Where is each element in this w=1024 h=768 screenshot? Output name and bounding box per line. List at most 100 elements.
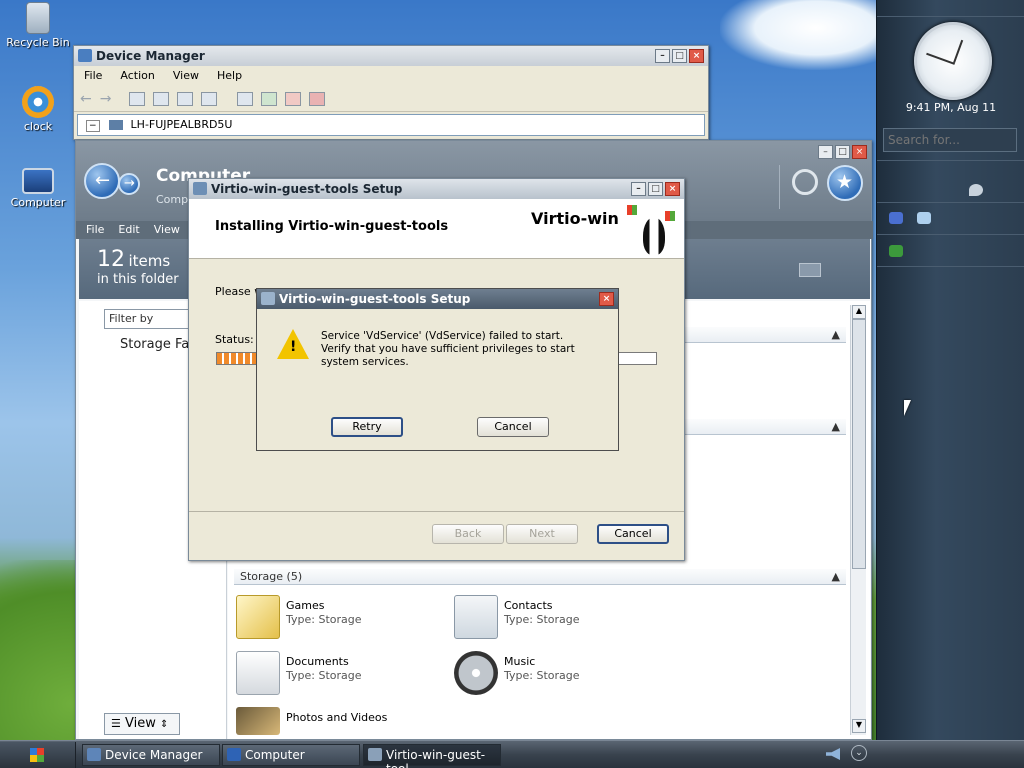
installer-icon — [368, 748, 382, 761]
uninstall-device-icon[interactable] — [309, 91, 326, 106]
scroll-down-icon[interactable]: ▼ — [852, 719, 866, 733]
menu-file[interactable]: File — [86, 223, 104, 237]
sidebar-divider — [877, 160, 1024, 161]
disable-device-icon[interactable] — [285, 91, 302, 106]
close-button[interactable]: × — [689, 49, 704, 63]
storage-item-photos[interactable]: Photos and Videos — [236, 707, 436, 737]
taskbar-item-setup[interactable]: Virtio-win-guest-tool... — [363, 744, 501, 768]
back-button[interactable]: Back — [432, 524, 504, 544]
setup-divider — [189, 511, 684, 512]
forward-button[interactable]: → — [118, 173, 140, 195]
forward-arrow-icon[interactable]: → — [100, 91, 112, 107]
device-manager-menubar: File Action View Help — [74, 66, 708, 86]
favorites-star-button[interactable]: ★ — [827, 165, 863, 201]
desktop-icon-label: Computer — [10, 196, 66, 209]
installer-icon — [193, 182, 207, 195]
menu-help[interactable]: Help — [217, 69, 242, 83]
collapse-arrow-icon: ▲ — [831, 420, 840, 433]
back-arrow-icon: ← — [95, 170, 111, 191]
menu-view[interactable]: View — [154, 223, 180, 237]
menu-view[interactable]: View — [173, 69, 199, 83]
device-tree-root[interactable]: LH-FUJPEALBRD5U — [131, 118, 233, 131]
messenger-icon[interactable] — [889, 212, 903, 224]
cancel-button[interactable]: Cancel — [597, 524, 669, 544]
view-list-icon: ☰ — [111, 717, 121, 730]
minimize-button[interactable]: – — [631, 182, 646, 196]
chevron-down-icon[interactable]: ⌄ — [851, 745, 867, 761]
menu-edit[interactable]: Edit — [118, 223, 139, 237]
contacts-card-icon — [454, 595, 498, 639]
taskbar-item-label: Computer — [245, 748, 305, 762]
next-button[interactable]: Next — [506, 524, 578, 544]
group-header-storage[interactable]: Storage (5) ▲ — [234, 569, 846, 585]
minimize-button[interactable]: – — [655, 49, 670, 63]
properties-icon[interactable] — [153, 91, 170, 106]
storage-item-type: Type: Storage — [286, 669, 362, 682]
desktop-icon-label: clock — [23, 120, 53, 133]
error-dialog-titlebar[interactable]: Virtio-win-guest-tools Setup × — [257, 289, 618, 309]
help-icon[interactable] — [177, 91, 194, 106]
storage-favorites-label[interactable]: Storage Fav — [120, 337, 197, 352]
search-icon[interactable] — [792, 169, 818, 195]
brand-label: Virtio-win — [531, 209, 619, 228]
maximize-button[interactable]: □ — [648, 182, 663, 196]
storage-item-contacts[interactable]: Contacts Type: Storage — [454, 595, 654, 643]
sidebar-search-input[interactable] — [883, 128, 1017, 152]
taskbar-item-computer[interactable]: Computer — [222, 744, 360, 766]
close-button[interactable]: × — [665, 182, 680, 196]
storage-item-music[interactable]: Music Type: Storage — [454, 651, 654, 699]
device-tree: − LH-FUJPEALBRD5U — [77, 114, 705, 136]
storage-item-documents[interactable]: Documents Type: Storage — [236, 651, 436, 699]
volume-icon[interactable] — [826, 748, 840, 760]
scan-hardware-icon[interactable] — [237, 91, 254, 106]
desktop-icon-clock[interactable]: clock — [3, 86, 73, 133]
documents-stack-icon — [236, 651, 280, 695]
menu-action[interactable]: Action — [120, 69, 154, 83]
close-button[interactable]: × — [599, 292, 614, 306]
mouse-cursor-icon — [904, 400, 918, 416]
chat-icon[interactable] — [969, 184, 983, 196]
warning-exclamation-icon: ! — [290, 339, 297, 355]
maximize-button[interactable]: □ — [672, 49, 687, 63]
windows-flag-icon — [627, 205, 637, 215]
recycle-bin-icon — [26, 2, 50, 34]
music-disc-icon — [454, 651, 498, 695]
retry-button[interactable]: Retry — [331, 417, 403, 437]
storage-item-name: Documents — [286, 655, 349, 668]
desktop-icon-recycle-bin[interactable]: Recycle Bin — [3, 2, 73, 49]
console-tree-icon[interactable] — [129, 91, 146, 106]
setup-titlebar[interactable]: Virtio-win-guest-tools Setup – □ × — [189, 179, 684, 199]
window-title: Virtio-win-guest-tools Setup — [211, 182, 403, 196]
device-manager-window: Device Manager – □ × File Action View He… — [73, 45, 709, 140]
device-manager-icon — [87, 748, 101, 761]
notes-icon[interactable] — [917, 212, 931, 224]
view-icon[interactable] — [201, 91, 218, 106]
network-icon[interactable] — [889, 245, 903, 257]
start-button[interactable] — [0, 742, 76, 768]
scroll-up-icon[interactable]: ▲ — [852, 305, 866, 319]
clock-gadget[interactable] — [914, 22, 992, 100]
update-driver-icon[interactable] — [261, 91, 278, 106]
back-arrow-icon[interactable]: ← — [80, 91, 92, 107]
device-manager-titlebar[interactable]: Device Manager – □ × — [74, 46, 708, 66]
maximize-button[interactable]: □ — [835, 145, 850, 159]
sidebar-time: 9:41 PM, Aug 11 — [905, 101, 997, 114]
storage-item-name: Photos and Videos — [286, 711, 388, 724]
scroll-thumb[interactable] — [852, 319, 866, 569]
tux-windows-logo-icon — [627, 205, 677, 257]
taskbar-item-device-manager[interactable]: Device Manager — [82, 744, 220, 766]
collapse-arrow-icon: ▲ — [831, 328, 840, 341]
storage-item-type: Type: Storage — [286, 613, 362, 626]
close-button[interactable]: × — [852, 145, 867, 159]
menu-file[interactable]: File — [84, 69, 102, 83]
storage-item-games[interactable]: Games Type: Storage — [236, 595, 436, 643]
preview-pane-icon[interactable] — [799, 263, 821, 277]
desktop-icon-computer[interactable]: Computer — [3, 168, 73, 209]
desktop-cloud — [720, 0, 880, 70]
cancel-button[interactable]: Cancel — [477, 417, 549, 437]
collapse-toggle[interactable]: − — [86, 120, 100, 132]
back-button[interactable]: ← — [84, 163, 120, 199]
vertical-scrollbar[interactable]: ▲ ▼ — [850, 305, 866, 735]
minimize-button[interactable]: – — [818, 145, 833, 159]
view-selector[interactable]: ☰ View ⇕ — [104, 713, 180, 735]
